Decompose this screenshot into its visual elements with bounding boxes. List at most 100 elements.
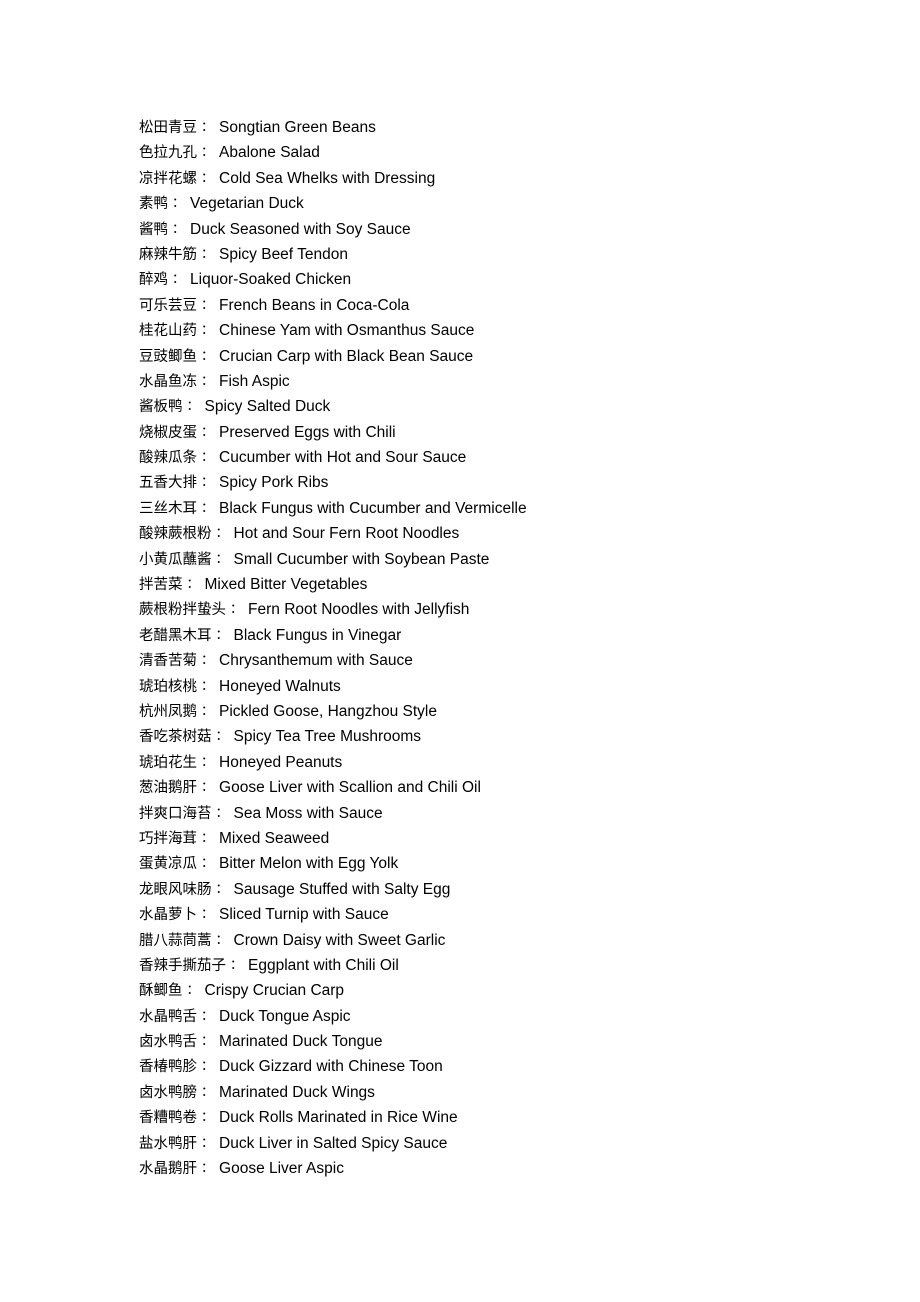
entry-term-english: Chrysanthemum with Sauce: [219, 652, 413, 670]
entry-separator: ：: [201, 1161, 215, 1177]
glossary-entry: 醉鸡： Liquor-Soaked Chicken: [139, 267, 879, 292]
entry-term-english: Fern Root Noodles with Jellyfish: [248, 601, 470, 619]
entry-term-chinese: 麻辣牛筋: [139, 246, 197, 263]
entry-term-chinese: 琥珀核桃: [139, 678, 197, 695]
entry-term-chinese: 桂花山药: [139, 323, 197, 340]
entry-term-chinese: 酱鸭: [139, 221, 168, 238]
entry-term-english: Preserved Eggs with Chili: [219, 423, 396, 441]
entry-term-english: Spicy Beef Tendon: [219, 245, 348, 263]
entry-term-chinese: 清香苦菊: [139, 653, 197, 670]
entry-term-chinese: 拌爽口海苔: [139, 805, 212, 822]
entry-separator: ：: [201, 170, 215, 186]
entry-term-english: Black Fungus in Vinegar: [233, 626, 402, 644]
entry-separator: ：: [201, 500, 215, 516]
glossary-entry: 蕨根粉拌蛰头： Fern Root Noodles with Jellyfish: [139, 597, 879, 622]
entry-separator: ：: [201, 907, 215, 923]
glossary-entry: 酱板鸭： Spicy Salted Duck: [139, 394, 879, 419]
entry-term-english: Cucumber with Hot and Sour Sauce: [219, 449, 467, 467]
entry-separator: ：: [201, 1034, 215, 1050]
glossary-entry: 酱鸭： Duck Seasoned with Soy Sauce: [139, 217, 879, 242]
entry-term-chinese: 葱油鹅肝: [139, 780, 197, 797]
entry-term-chinese: 杭州凤鹅: [139, 703, 197, 720]
entry-term-chinese: 卤水鸭舌: [139, 1034, 197, 1051]
entry-term-chinese: 烧椒皮蛋: [139, 424, 197, 441]
entry-term-chinese: 五香大排: [139, 475, 197, 492]
glossary-entry: 水晶萝卜： Sliced Turnip with Sauce: [139, 902, 879, 927]
glossary-entry: 可乐芸豆： French Beans in Coca-Cola: [139, 293, 879, 318]
entry-term-english: Crown Daisy with Sweet Garlic: [233, 931, 446, 949]
entry-term-english: Sea Moss with Sauce: [233, 804, 383, 822]
entry-separator: ：: [201, 754, 215, 770]
entry-separator: ：: [201, 120, 215, 135]
entry-separator: ：: [201, 348, 215, 364]
entry-separator: ：: [172, 221, 186, 237]
entry-term-english: Spicy Pork Ribs: [219, 474, 329, 492]
glossary-entry: 酥鲫鱼： Crispy Crucian Carp: [139, 978, 879, 1003]
entry-separator: ：: [215, 881, 229, 897]
entry-term-chinese: 水晶鸭舌: [139, 1008, 197, 1025]
entry-term-english: Marinated Duck Wings: [219, 1083, 375, 1101]
glossary-entry: 杭州凤鹅： Pickled Goose, Hangzhou Style: [139, 699, 879, 724]
entry-term-english: Cold Sea Whelks with Dressing: [219, 169, 436, 187]
entry-term-chinese: 蕨根粉拌蛰头: [139, 602, 226, 619]
entry-term-english: Bitter Melon with Egg Yolk: [219, 855, 399, 873]
entry-term-english: Fish Aspic: [219, 372, 290, 390]
entry-separator: ：: [201, 1059, 215, 1075]
entry-term-english: Mixed Bitter Vegetables: [204, 576, 368, 594]
entry-term-chinese: 拌苦菜: [139, 577, 183, 594]
glossary-entry: 清香苦菊： Chrysanthemum with Sauce: [139, 648, 879, 673]
entry-term-chinese: 香吃茶树菇: [139, 729, 212, 746]
entry-term-chinese: 小黄瓜蘸酱: [139, 551, 212, 568]
glossary-entry: 葱油鹅肝： Goose Liver with Scallion and Chili…: [139, 775, 879, 800]
entry-separator: ：: [201, 246, 215, 262]
glossary-entry: 水晶鹅肝： Goose Liver Aspic: [139, 1156, 879, 1181]
entry-term-chinese: 腊八蒜茼蒿: [139, 932, 212, 949]
entry-term-chinese: 蛋黄凉瓜: [139, 856, 197, 873]
entry-term-english: Spicy Salted Duck: [204, 398, 331, 416]
entry-term-chinese: 豆豉鲫鱼: [139, 348, 197, 365]
entry-separator: ：: [186, 577, 200, 593]
glossary-entry: 琥珀花生： Honeyed Peanuts: [139, 750, 879, 775]
entry-term-chinese: 香辣手撕茄子: [139, 957, 226, 974]
entry-term-chinese: 酥鲫鱼: [139, 983, 183, 1000]
entry-separator: ：: [215, 526, 229, 542]
entry-term-chinese: 盐水鸭肝: [139, 1135, 197, 1152]
entry-separator: ：: [201, 475, 215, 491]
entry-separator: ：: [186, 399, 200, 415]
entry-term-chinese: 琥珀花生: [139, 754, 197, 771]
entry-term-english: Spicy Tea Tree Mushrooms: [233, 728, 422, 746]
glossary-entry: 香糟鸭卷： Duck Rolls Marinated in Rice Wine: [139, 1105, 879, 1130]
entry-term-english: Honeyed Walnuts: [219, 677, 341, 695]
glossary-entry: 素鸭： Vegetarian Duck: [139, 191, 879, 216]
entry-separator: ：: [201, 703, 215, 719]
entry-term-chinese: 凉拌花螺: [139, 170, 197, 187]
entry-separator: ：: [201, 450, 215, 466]
entry-term-english: Sausage Stuffed with Salty Egg: [233, 880, 451, 898]
entry-term-english: Small Cucumber with Soybean Paste: [233, 550, 490, 568]
entry-term-chinese: 三丝木耳: [139, 500, 197, 517]
entry-separator: ：: [215, 627, 229, 643]
glossary-entry: 老醋黑木耳： Black Fungus in Vinegar: [139, 623, 879, 648]
entry-separator: ：: [201, 297, 215, 313]
entry-term-chinese: 水晶萝卜: [139, 907, 197, 924]
entry-separator: ：: [201, 856, 215, 872]
entry-term-english: Black Fungus with Cucumber and Vermicell…: [219, 499, 527, 517]
entry-separator: ：: [201, 1110, 215, 1126]
glossary-entry: 麻辣牛筋： Spicy Beef Tendon: [139, 242, 879, 267]
entry-term-chinese: 酸辣瓜条: [139, 450, 197, 467]
glossary-entry: 拌苦菜： Mixed Bitter Vegetables: [139, 572, 879, 597]
entry-separator: ：: [201, 780, 215, 796]
glossary-entry: 巧拌海茸： Mixed Seaweed: [139, 826, 879, 851]
document-page: 松田青豆： Songtian Green Beans 色拉九孔： Abalone Sa…: [0, 0, 920, 1302]
entry-term-english: Duck Liver in Salted Spicy Sauce: [219, 1134, 448, 1152]
entry-term-english: Abalone Salad: [219, 144, 320, 162]
entry-term-chinese: 龙眼风味肠: [139, 881, 212, 898]
glossary-entry: 水晶鸭舌： Duck Tongue Aspic: [139, 1004, 879, 1029]
glossary-entry: 香辣手撕茄子： Eggplant with Chili Oil: [139, 953, 879, 978]
entry-term-english: Vegetarian Duck: [190, 195, 304, 213]
entry-term-chinese: 松田青豆: [139, 120, 197, 136]
glossary-entry-list: 松田青豆： Songtian Green Beans 色拉九孔： Abalone Sa…: [139, 115, 879, 1181]
glossary-entry: 酸辣瓜条： Cucumber with Hot and Sour Sauce: [139, 445, 879, 470]
entry-term-chinese: 巧拌海茸: [139, 830, 197, 847]
entry-separator: ：: [215, 932, 229, 948]
